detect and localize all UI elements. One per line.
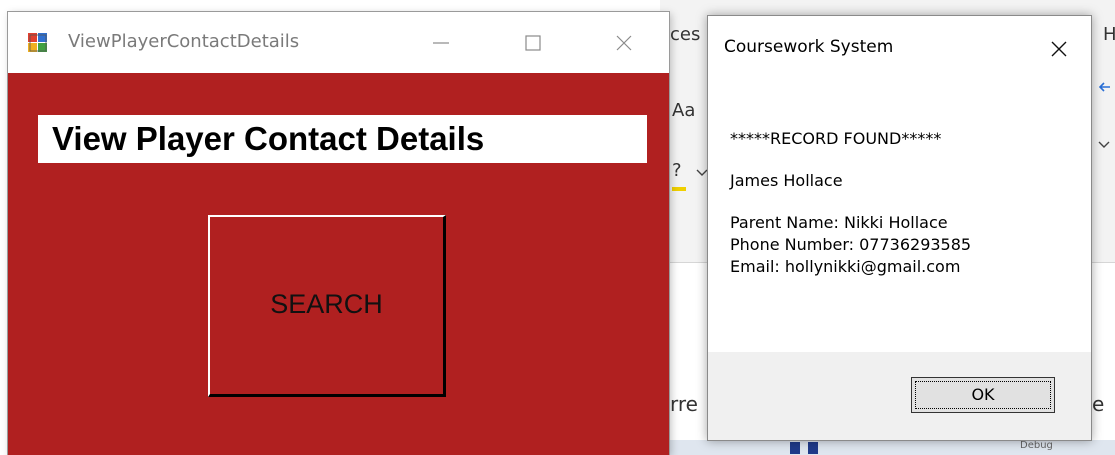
maximize-icon <box>525 35 541 51</box>
minimize-button[interactable] <box>418 25 464 61</box>
close-icon <box>616 35 632 51</box>
background-text-fragment: H <box>1103 24 1115 45</box>
toolbar-block <box>790 442 800 454</box>
dialog-title: Coursework System <box>724 37 894 57</box>
background-text-fragment: ? <box>672 160 682 181</box>
search-button-label: SEARCH <box>270 289 383 319</box>
phone-number-text: Phone Number: 07736293585 <box>730 235 972 254</box>
toolbar-block <box>808 442 818 454</box>
dialog-button-area: OK <box>708 352 1091 440</box>
minimize-icon <box>433 42 449 44</box>
background-text-fragment: rre <box>670 392 698 416</box>
chevron-down-icon <box>1098 141 1110 148</box>
search-button[interactable]: SEARCH <box>208 215 446 397</box>
email-text: Email: hollynikki@gmail.com <box>730 257 961 276</box>
view-player-contact-details-window: ViewPlayerContactDetails View Player Con… <box>8 12 669 455</box>
message-box-dialog: Coursework System *****RECORD FOUND*****… <box>707 15 1092 441</box>
dialog-close-button[interactable] <box>1036 30 1080 66</box>
record-found-text: *****RECORD FOUND***** <box>730 129 942 148</box>
close-button[interactable] <box>601 25 647 61</box>
maximize-button[interactable] <box>510 25 556 61</box>
background-text-fragment: e <box>1092 392 1105 416</box>
background-text-fragment: ces <box>670 24 701 45</box>
heading-label-box: View Player Contact Details <box>38 115 647 163</box>
close-icon <box>1051 41 1067 57</box>
background-text-fragment: Debug <box>1020 440 1053 451</box>
page-heading: View Player Contact Details <box>52 120 485 157</box>
player-name-text: James Hollace <box>730 171 843 190</box>
background-toolbar-strip: Debug <box>670 440 1115 455</box>
dialog-message: *****RECORD FOUND***** James Hollace Par… <box>730 128 971 278</box>
arrow-left-icon <box>1098 82 1110 92</box>
font-color-underline <box>672 187 686 191</box>
parent-name-text: Parent Name: Nikki Hollace <box>730 213 948 232</box>
ok-button-label: OK <box>971 385 995 404</box>
winforms-app-icon <box>28 33 47 52</box>
form-titlebar[interactable]: ViewPlayerContactDetails <box>8 12 669 73</box>
ok-button[interactable]: OK <box>911 377 1055 413</box>
background-text-fragment: Aa <box>672 100 696 121</box>
window-title: ViewPlayerContactDetails <box>68 31 300 52</box>
